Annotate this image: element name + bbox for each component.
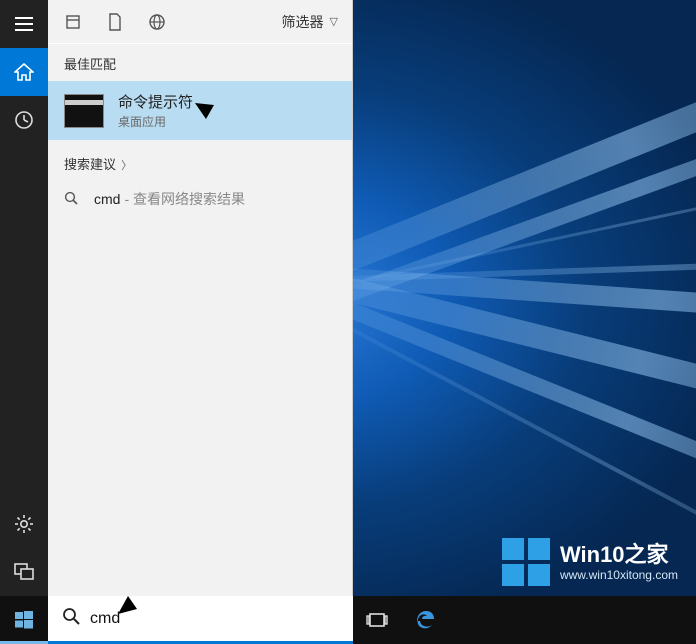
watermark-title: Win10之家: [560, 542, 678, 568]
cortana-panel: 筛选器 ▽ 最佳匹配 命令提示符 桌面应用 搜索建议 〉 cmd - 查看网络搜…: [48, 0, 353, 596]
edge-browser-button[interactable]: [401, 596, 449, 644]
rail-hamburger[interactable]: [0, 0, 48, 48]
search-icon: [64, 191, 84, 208]
task-view-button[interactable]: [353, 596, 401, 644]
header-apps-icon[interactable]: [52, 6, 94, 38]
clock-icon: [14, 110, 34, 130]
search-icon: [62, 607, 80, 630]
taskbar-search-box[interactable]: [48, 596, 353, 644]
watermark-url: www.win10xitong.com: [560, 568, 678, 582]
cortana-side-rail: [0, 0, 48, 596]
rail-feedback[interactable]: [0, 548, 48, 596]
feedback-icon: [14, 563, 34, 581]
gear-icon: [14, 514, 34, 534]
rail-clock[interactable]: [0, 96, 48, 144]
windows-logo-icon: [15, 611, 33, 629]
filter-label[interactable]: 筛选器: [282, 12, 324, 32]
search-input[interactable]: [90, 610, 339, 628]
chevron-right-icon: 〉: [118, 160, 132, 172]
cmd-app-icon: [64, 94, 104, 128]
document-icon: [108, 13, 122, 31]
suggestion-item[interactable]: cmd - 查看网络搜索结果: [48, 181, 352, 217]
suggestion-hint: - 查看网络搜索结果: [124, 189, 245, 209]
watermark: Win10之家 www.win10xitong.com: [502, 538, 678, 586]
best-match-subtitle: 桌面应用: [118, 113, 193, 130]
task-view-icon: [366, 612, 388, 628]
best-match-result[interactable]: 命令提示符 桌面应用: [48, 81, 352, 140]
header-web-icon[interactable]: [136, 6, 178, 38]
best-match-header: 最佳匹配: [48, 44, 352, 81]
chevron-down-icon[interactable]: ▽: [328, 15, 348, 28]
home-icon: [14, 63, 34, 81]
rail-settings[interactable]: [0, 500, 48, 548]
hamburger-icon: [15, 17, 33, 31]
start-button[interactable]: [0, 596, 48, 644]
header-documents-icon[interactable]: [94, 6, 136, 38]
watermark-logo: [502, 538, 550, 586]
best-match-title: 命令提示符: [118, 91, 193, 112]
taskbar: [0, 596, 696, 644]
globe-icon: [148, 13, 166, 31]
suggestion-text: cmd: [94, 191, 120, 207]
rail-home[interactable]: [0, 48, 48, 96]
suggestion-header[interactable]: 搜索建议 〉: [48, 140, 352, 181]
edge-icon: [414, 609, 436, 631]
panel-header: 筛选器 ▽: [48, 0, 352, 44]
